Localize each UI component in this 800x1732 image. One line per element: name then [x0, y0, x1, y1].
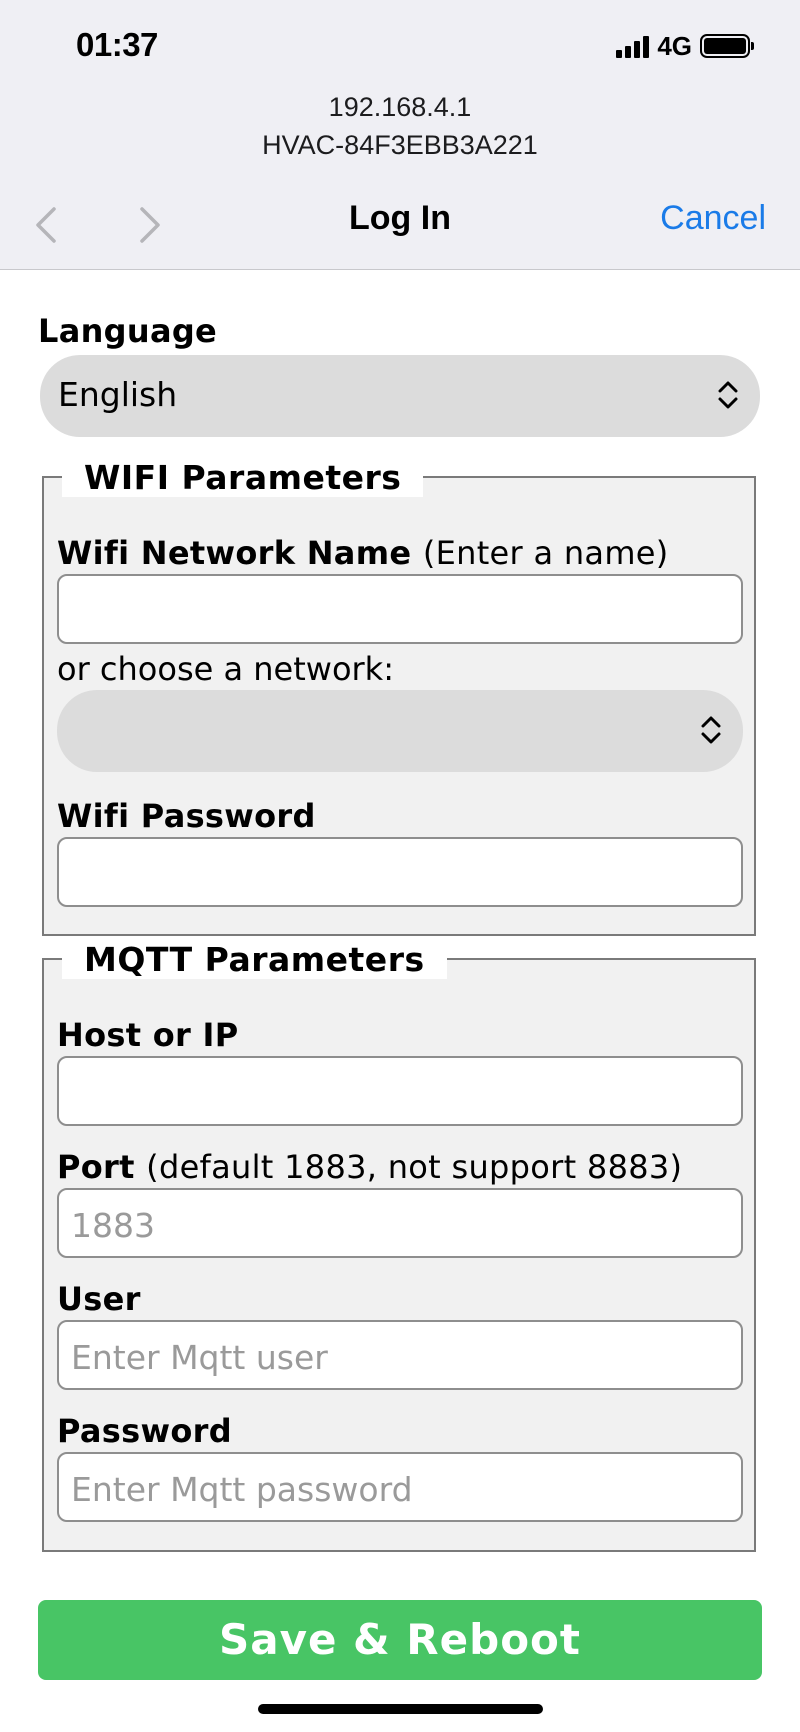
cancel-button[interactable]: Cancel [660, 199, 766, 238]
wifi-legend: WIFI Parameters [62, 458, 424, 497]
wifi-network-name-input[interactable] [57, 574, 743, 644]
mqtt-port-input[interactable]: 1883 [57, 1188, 743, 1258]
mqtt-port-placeholder: 1883 [71, 1206, 155, 1245]
mqtt-user-placeholder: Enter Mqtt user [71, 1338, 328, 1377]
page-name: HVAC-84F3EBB3A221 [262, 130, 538, 160]
browser-chrome: 01:37 4G 192.168.4.1 HVAC-84F3EBB3A221 L… [0, 0, 800, 270]
page-host: 192.168.4.1 [328, 92, 472, 122]
mqtt-legend: MQTT Parameters [62, 940, 447, 979]
signal-bars-icon [616, 34, 650, 58]
wifi-network-name-label-text: Wifi Network Name [57, 534, 412, 572]
language-select-value: English [58, 375, 178, 414]
save-reboot-button[interactable]: Save & Reboot [38, 1600, 762, 1680]
mqtt-password-placeholder: Enter Mqtt password [71, 1470, 413, 1509]
mqtt-host-input[interactable] [57, 1056, 743, 1126]
mqtt-user-label: User [57, 1280, 141, 1318]
status-time: 01:37 [76, 26, 158, 63]
chevron-up-down-icon [718, 381, 738, 409]
choose-network-select[interactable] [57, 690, 743, 772]
mqtt-port-label-text: Port [57, 1148, 135, 1186]
status-indicators: 4G [616, 30, 754, 61]
wifi-network-name-label: Wifi Network Name (Enter a name) [57, 534, 669, 572]
language-label: Language [38, 312, 218, 350]
navigation-bar: Log In Cancel [0, 195, 800, 250]
mqtt-port-label: Port (default 1883, not support 8883) [57, 1148, 682, 1186]
battery-icon [700, 34, 754, 58]
mqtt-user-input[interactable]: Enter Mqtt user [57, 1320, 743, 1390]
chevron-up-down-icon [701, 716, 721, 744]
choose-network-label: or choose a network: [57, 650, 394, 688]
home-indicator[interactable] [258, 1704, 543, 1714]
language-select[interactable]: English [40, 355, 760, 437]
mqtt-password-label: Password [57, 1412, 232, 1450]
mqtt-port-hint: (default 1883, not support 8883) [146, 1148, 683, 1186]
network-type: 4G [657, 30, 692, 61]
wifi-network-name-hint: (Enter a name) [422, 534, 669, 572]
mqtt-password-input[interactable]: Enter Mqtt password [57, 1452, 743, 1522]
wifi-password-label: Wifi Password [57, 797, 316, 835]
mqtt-host-label: Host or IP [57, 1016, 239, 1054]
wifi-password-input[interactable] [57, 837, 743, 907]
